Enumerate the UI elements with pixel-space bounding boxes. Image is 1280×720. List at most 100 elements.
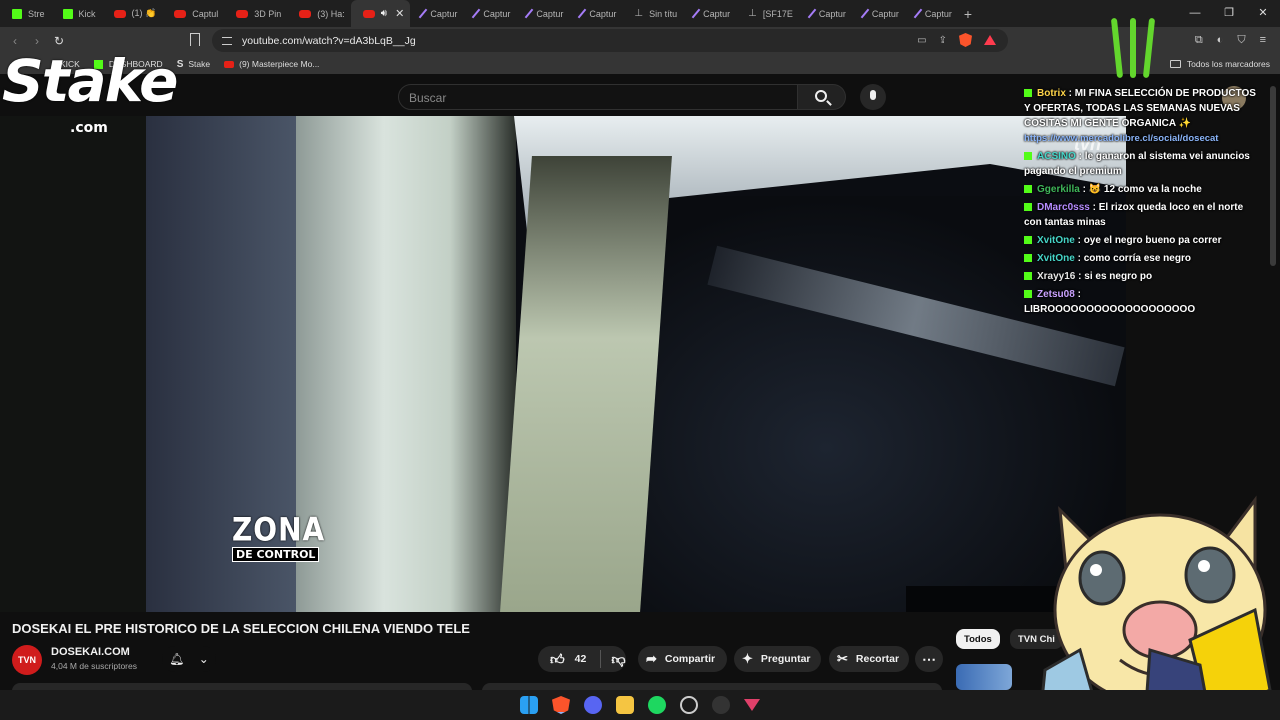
speaker-icon[interactable]: 🔊︎ bbox=[381, 8, 387, 19]
chat-message: Xrayy16 : si es negro po bbox=[1024, 269, 1256, 284]
spotify-icon[interactable] bbox=[648, 696, 666, 714]
browser-tab[interactable]: Captur bbox=[683, 0, 736, 27]
url-text[interactable]: youtube.com/watch?v=dA3bLqB__Jg bbox=[242, 35, 416, 47]
windows-start-icon[interactable] bbox=[520, 696, 538, 714]
bookmarks-bar: KICK DASHBOARD S Stake (9) Masterpiece Mo… bbox=[0, 54, 1280, 74]
like-count[interactable]: 42 bbox=[575, 653, 587, 665]
new-tab-button[interactable]: + bbox=[964, 6, 972, 22]
browser-tab[interactable]: Kick bbox=[51, 0, 102, 27]
app-icon[interactable] bbox=[712, 696, 730, 714]
channel-avatar[interactable]: TVN bbox=[12, 645, 42, 675]
youtube-icon bbox=[299, 9, 312, 18]
browser-tab[interactable]: Captur bbox=[516, 0, 569, 27]
valorant-icon[interactable] bbox=[744, 699, 760, 711]
browser-toolbar: ‹ › ↻ youtube.com/watch?v=dA3bLqB__Jg ▭ … bbox=[0, 27, 1280, 54]
browser-tab[interactable]: Captul bbox=[162, 0, 224, 27]
brave-browser-icon[interactable] bbox=[552, 696, 570, 714]
site-settings-icon[interactable] bbox=[222, 36, 232, 45]
back-icon[interactable]: ‹ bbox=[4, 34, 26, 48]
share-label: Compartir bbox=[664, 653, 716, 665]
maximize-icon[interactable]: ❐ bbox=[1212, 0, 1246, 27]
close-window-icon[interactable]: ✕ bbox=[1246, 0, 1280, 27]
thumbs-down-icon[interactable]: 👎︎ bbox=[611, 651, 625, 668]
file-explorer-icon[interactable] bbox=[616, 696, 634, 714]
pen-icon bbox=[691, 8, 701, 19]
all-bookmarks-folder[interactable]: Todos los marcadores bbox=[1169, 54, 1270, 74]
search-input[interactable]: Buscar bbox=[398, 84, 798, 110]
ask-button[interactable]: ✦ Preguntar bbox=[734, 646, 821, 672]
chip-all[interactable]: Todos bbox=[956, 629, 1000, 649]
address-bar[interactable]: youtube.com/watch?v=dA3bLqB__Jg ▭ ⇪ bbox=[212, 29, 1008, 52]
zona-de-control-logo: ZONA DE CONTROL bbox=[232, 513, 325, 562]
brave-rewards-icon[interactable] bbox=[984, 35, 996, 45]
menu-icon[interactable]: ≡ bbox=[1260, 34, 1266, 47]
related-video-thumbnail[interactable] bbox=[956, 664, 1012, 690]
sparkle-icon: ✦ bbox=[742, 651, 753, 666]
pen-icon bbox=[578, 8, 587, 19]
window-controls: — ❐ ✕ bbox=[1178, 0, 1280, 27]
bookmark-stake[interactable]: S Stake bbox=[177, 59, 210, 70]
voice-search-button[interactable] bbox=[860, 84, 886, 110]
pen-icon bbox=[913, 8, 923, 19]
share-icon[interactable]: ⇪ bbox=[939, 35, 947, 46]
browser-tab[interactable]: Captur bbox=[799, 0, 852, 27]
browser-tab-active[interactable]: 🔊︎ ✕ bbox=[350, 0, 411, 27]
extensions-icon[interactable]: ⧉ bbox=[1195, 34, 1203, 47]
search-button[interactable] bbox=[798, 84, 846, 110]
chat-username: ACSINO bbox=[1037, 151, 1076, 162]
more-dots-icon: ⋯ bbox=[922, 650, 936, 667]
profile-icon[interactable]: ◐ bbox=[1217, 34, 1224, 47]
tab-label: Kick bbox=[78, 8, 96, 19]
chat-message: XvitOne : oye el negro bueno pa correr bbox=[1024, 233, 1256, 248]
upload-icon: ⊥ bbox=[634, 8, 644, 19]
chat-message: Botrix : MI FINA SELECCIÓN DE PRODUCTOS … bbox=[1024, 88, 1256, 144]
discord-icon[interactable] bbox=[584, 696, 602, 714]
bookmark-masterpiece[interactable]: (9) Masterpiece Mo... bbox=[224, 59, 319, 69]
browser-tab[interactable]: Captur bbox=[569, 0, 622, 27]
close-tab-icon[interactable]: ✕ bbox=[395, 7, 404, 20]
browser-tab[interactable]: Captur bbox=[905, 0, 958, 27]
bookmark-icon[interactable] bbox=[190, 33, 200, 46]
chat-link[interactable]: https://www.mercadolibre.cl/social/dosec… bbox=[1024, 133, 1218, 144]
browser-tab[interactable]: Captur bbox=[852, 0, 905, 27]
tab-label: [SF17E bbox=[762, 8, 793, 19]
pen-icon bbox=[525, 8, 534, 19]
more-actions-button[interactable]: ⋯ bbox=[915, 646, 943, 672]
forward-icon[interactable]: › bbox=[26, 34, 48, 48]
brave-shields-icon[interactable] bbox=[959, 33, 972, 47]
clip-label: Recortar bbox=[855, 653, 900, 665]
channel-name[interactable]: DOSEKAI.COM bbox=[51, 646, 130, 658]
chat-message: XvitOne : como corría ese negro bbox=[1024, 251, 1256, 266]
browser-tab[interactable]: 3D Pin bbox=[224, 0, 287, 27]
minimize-icon[interactable]: — bbox=[1178, 0, 1212, 27]
page-scrollbar[interactable] bbox=[1270, 86, 1276, 266]
chat-username: DMarc0sss bbox=[1037, 202, 1090, 213]
notification-bell-button[interactable]: 🔔︎ ⌄ bbox=[162, 646, 216, 672]
video-player[interactable]: ZONA DE CONTROL bbox=[146, 116, 1126, 612]
browser-tab[interactable]: (1) 👏 bbox=[102, 0, 163, 27]
pen-icon bbox=[807, 8, 817, 19]
wallet-icon[interactable]: ⛉ bbox=[1237, 34, 1245, 47]
kick-badge-icon bbox=[1024, 185, 1032, 194]
browser-tab[interactable]: Stre bbox=[0, 0, 51, 27]
browser-tab[interactable]: ⊥ Sin títu bbox=[622, 0, 683, 27]
tab-label: Captur bbox=[924, 8, 952, 19]
browser-tab[interactable]: (3) Ha: bbox=[287, 0, 351, 27]
share-button[interactable]: ➦ Compartir bbox=[638, 646, 727, 672]
subscriber-count: 4,04 M de suscriptores bbox=[51, 661, 137, 671]
chat-text: LIBROOOOOOOOOOOOOOOOOOO bbox=[1024, 304, 1196, 315]
clip-button[interactable]: ✂ Recortar bbox=[829, 646, 909, 672]
thumbs-up-icon[interactable]: 👍︎ bbox=[550, 651, 565, 668]
cast-icon[interactable]: ▭ bbox=[917, 35, 926, 46]
reload-icon[interactable]: ↻ bbox=[48, 34, 70, 48]
chat-app-icon[interactable] bbox=[680, 696, 698, 714]
tab-label: Captur bbox=[589, 8, 617, 19]
windows-taskbar bbox=[0, 690, 1280, 720]
browser-tab[interactable]: ⊥ [SF17E bbox=[736, 0, 799, 27]
kick-badge-icon bbox=[1024, 236, 1032, 245]
divider bbox=[600, 650, 602, 668]
browser-tab[interactable]: Captur bbox=[410, 0, 463, 27]
browser-tab[interactable]: Captur bbox=[463, 0, 516, 27]
tab-label: Sin títu bbox=[649, 8, 678, 19]
cat-mascot-overlay bbox=[1040, 495, 1272, 720]
